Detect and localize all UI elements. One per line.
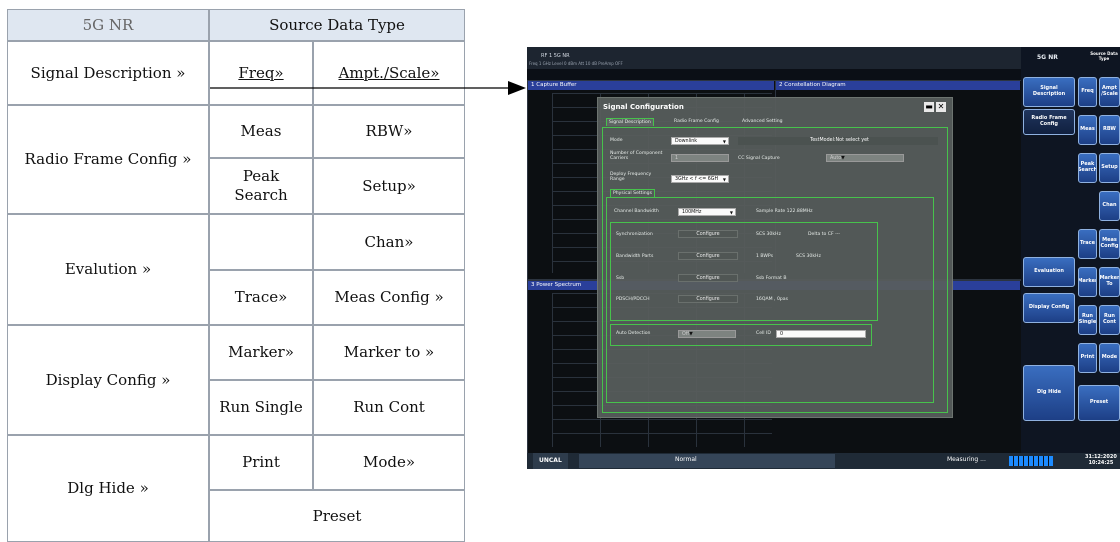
map-print: Print [209, 435, 313, 490]
mode-dropdown[interactable]: Downlink ▼ [671, 137, 729, 145]
auto-detection-label: Auto Detection [616, 331, 651, 336]
sk-freq[interactable]: Freq [1078, 77, 1097, 107]
bwp-label: Bandwidth Parts [616, 254, 654, 259]
cell-id-label: Cell ID [756, 331, 771, 336]
map-signal-description: Signal Description » [7, 41, 209, 105]
cc-capture-dropdown[interactable]: Auto▼ [826, 154, 904, 162]
sk-marker-to[interactable]: Marker To [1099, 267, 1120, 297]
sk-peak-search[interactable]: Peak Search [1078, 153, 1097, 183]
sk-trace[interactable]: Trace [1078, 229, 1097, 259]
auto-detection-dropdown[interactable]: Off▼ [678, 330, 736, 338]
testmodel-status: TestModel:Not select yet [738, 137, 938, 145]
channel-bandwidth-dropdown[interactable]: 100MHz ▼ [678, 208, 736, 216]
bwp-extra: SCS 30kHz [796, 254, 821, 259]
map-rbw: RBW» [313, 105, 465, 158]
sk-evaluation[interactable]: Evaluation [1023, 257, 1075, 287]
sk-rbw[interactable]: RBW [1099, 115, 1120, 145]
map-display-config: Display Config » [7, 325, 209, 435]
channel-bandwidth-label: Channel Bandwidth [614, 209, 659, 214]
ssb-info: Ssb Format B [756, 276, 787, 281]
sync-info: SCS 30kHz [756, 232, 781, 237]
map-run-single: Run Single [209, 380, 313, 435]
ssb-configure-button[interactable]: Configure [678, 274, 738, 282]
sk-radio-frame-config[interactable]: Radio Frame Config [1023, 109, 1075, 135]
sk-run-single[interactable]: Run Single [1078, 305, 1097, 335]
header-5g-nr: 5G NR [7, 9, 209, 41]
map-preset: Preset [209, 490, 465, 542]
physical-settings-tab[interactable]: Physical Settings [610, 189, 655, 197]
bwp-info: 1 BWPs [756, 254, 773, 259]
tab-advanced-setting[interactable]: Advanced Setting [742, 119, 783, 124]
map-setup: Setup» [313, 158, 465, 214]
ssb-label: Ssb [616, 276, 625, 281]
map-dlg-hide: Dlg Hide » [7, 435, 209, 542]
close-icon[interactable]: ✕ [936, 102, 946, 112]
minimize-icon[interactable]: ▬ [924, 102, 934, 112]
sk-marker[interactable]: Marker [1078, 267, 1097, 297]
pdsch-label: PDSCH/PDCCH [616, 297, 650, 302]
cc-capture-label: CC Signal Capture [738, 156, 780, 161]
map-marker: Marker» [209, 325, 313, 380]
sk-meas[interactable]: Meas [1078, 115, 1097, 145]
sk-run-cont[interactable]: Run Cont [1099, 305, 1120, 335]
map-marker-to: Marker to » [313, 325, 465, 380]
cell-id-input[interactable]: 0 [776, 330, 866, 338]
tab-signal-description[interactable]: Signal Description [606, 118, 654, 126]
constellation-title: 2 Constellation Diagram [776, 81, 1020, 90]
map-peak-search: Peak Search [209, 158, 313, 214]
status-normal: Normal [675, 456, 697, 463]
instrument-title: RF 1 5G NR [541, 53, 570, 59]
sk-setup[interactable]: Setup [1099, 153, 1120, 183]
deploy-dropdown[interactable]: 3GHz < f <= 6GH ▼ [671, 175, 729, 183]
map-mode: Mode» [313, 435, 465, 490]
carriers-field[interactable]: 1 [671, 154, 729, 162]
header-source-data-type: Source Data Type [209, 9, 465, 41]
status-datetime: 31:12:2020 10:24:25 [1085, 454, 1117, 466]
sk-display-config[interactable]: Display Config [1023, 293, 1075, 323]
status-bar: UNCAL Normal Measuring ... 31:12:2020 10:… [527, 453, 1120, 469]
sk-signal-description[interactable]: Signal Description [1023, 77, 1075, 107]
map-radio-frame-config: Radio Frame Config » [7, 105, 209, 214]
signal-configuration-dialog: Signal Configuration ▬ ✕ Signal Descript… [597, 97, 953, 418]
sk-dlg-hide[interactable]: Dlg Hide [1023, 365, 1075, 421]
sync-extra: Delta to CF --- [808, 232, 841, 237]
sk-chan[interactable]: Chan [1099, 191, 1120, 221]
sk-mode[interactable]: Mode [1099, 343, 1120, 373]
instrument-settings: Freq 1 GHz Level 0 dBm Att 10 dB PreAmp … [529, 61, 623, 66]
sync-configure-button[interactable]: Configure [678, 230, 738, 238]
map-run-cont: Run Cont [313, 380, 465, 435]
sync-label: Synchronization [616, 232, 653, 237]
tab-radio-frame-config[interactable]: Radio Frame Config [674, 119, 719, 124]
map-meas: Meas [209, 105, 313, 158]
map-blank [209, 214, 313, 270]
sk-meas-config[interactable]: Meas Config [1099, 229, 1120, 259]
pdsch-configure-button[interactable]: Configure [678, 295, 738, 303]
map-chan: Chan» [313, 214, 465, 270]
sk-ampt-scale[interactable]: Ampt /Scale [1099, 77, 1120, 107]
bwp-configure-button[interactable]: Configure [678, 252, 738, 260]
status-mid-box [579, 454, 835, 468]
mode-label: Mode [610, 138, 623, 143]
dialog-title: Signal Configuration [603, 103, 684, 111]
sk-preset[interactable]: Preset [1078, 385, 1120, 421]
softkey-header-5g-nr: 5G NR [1037, 54, 1058, 61]
status-uncal: UNCAL [533, 453, 568, 469]
instrument-screen: RF 1 5G NR Freq 1 GHz Level 0 dBm Att 10… [527, 47, 1120, 469]
map-trace: Trace» [209, 270, 313, 325]
status-measuring: Measuring ... [947, 456, 986, 463]
pdsch-info: 16QAM , 0pas [756, 297, 788, 302]
softkey-header-source: Source Data Type [1090, 51, 1118, 61]
sample-rate: Sample Rate 122.88MHz [756, 209, 813, 214]
progress-bar [1009, 456, 1053, 466]
carriers-label: Number of Component Carriers [610, 151, 663, 162]
capture-buffer-title: 1 Capture Buffer [528, 81, 774, 90]
pointer-arrow-icon [210, 81, 526, 95]
result-values [948, 339, 1018, 389]
map-evalution: Evalution » [7, 214, 209, 325]
map-meas-config: Meas Config » [313, 270, 465, 325]
deploy-label: Deploy Frequency Range [610, 172, 652, 183]
sk-print[interactable]: Print [1078, 343, 1097, 373]
